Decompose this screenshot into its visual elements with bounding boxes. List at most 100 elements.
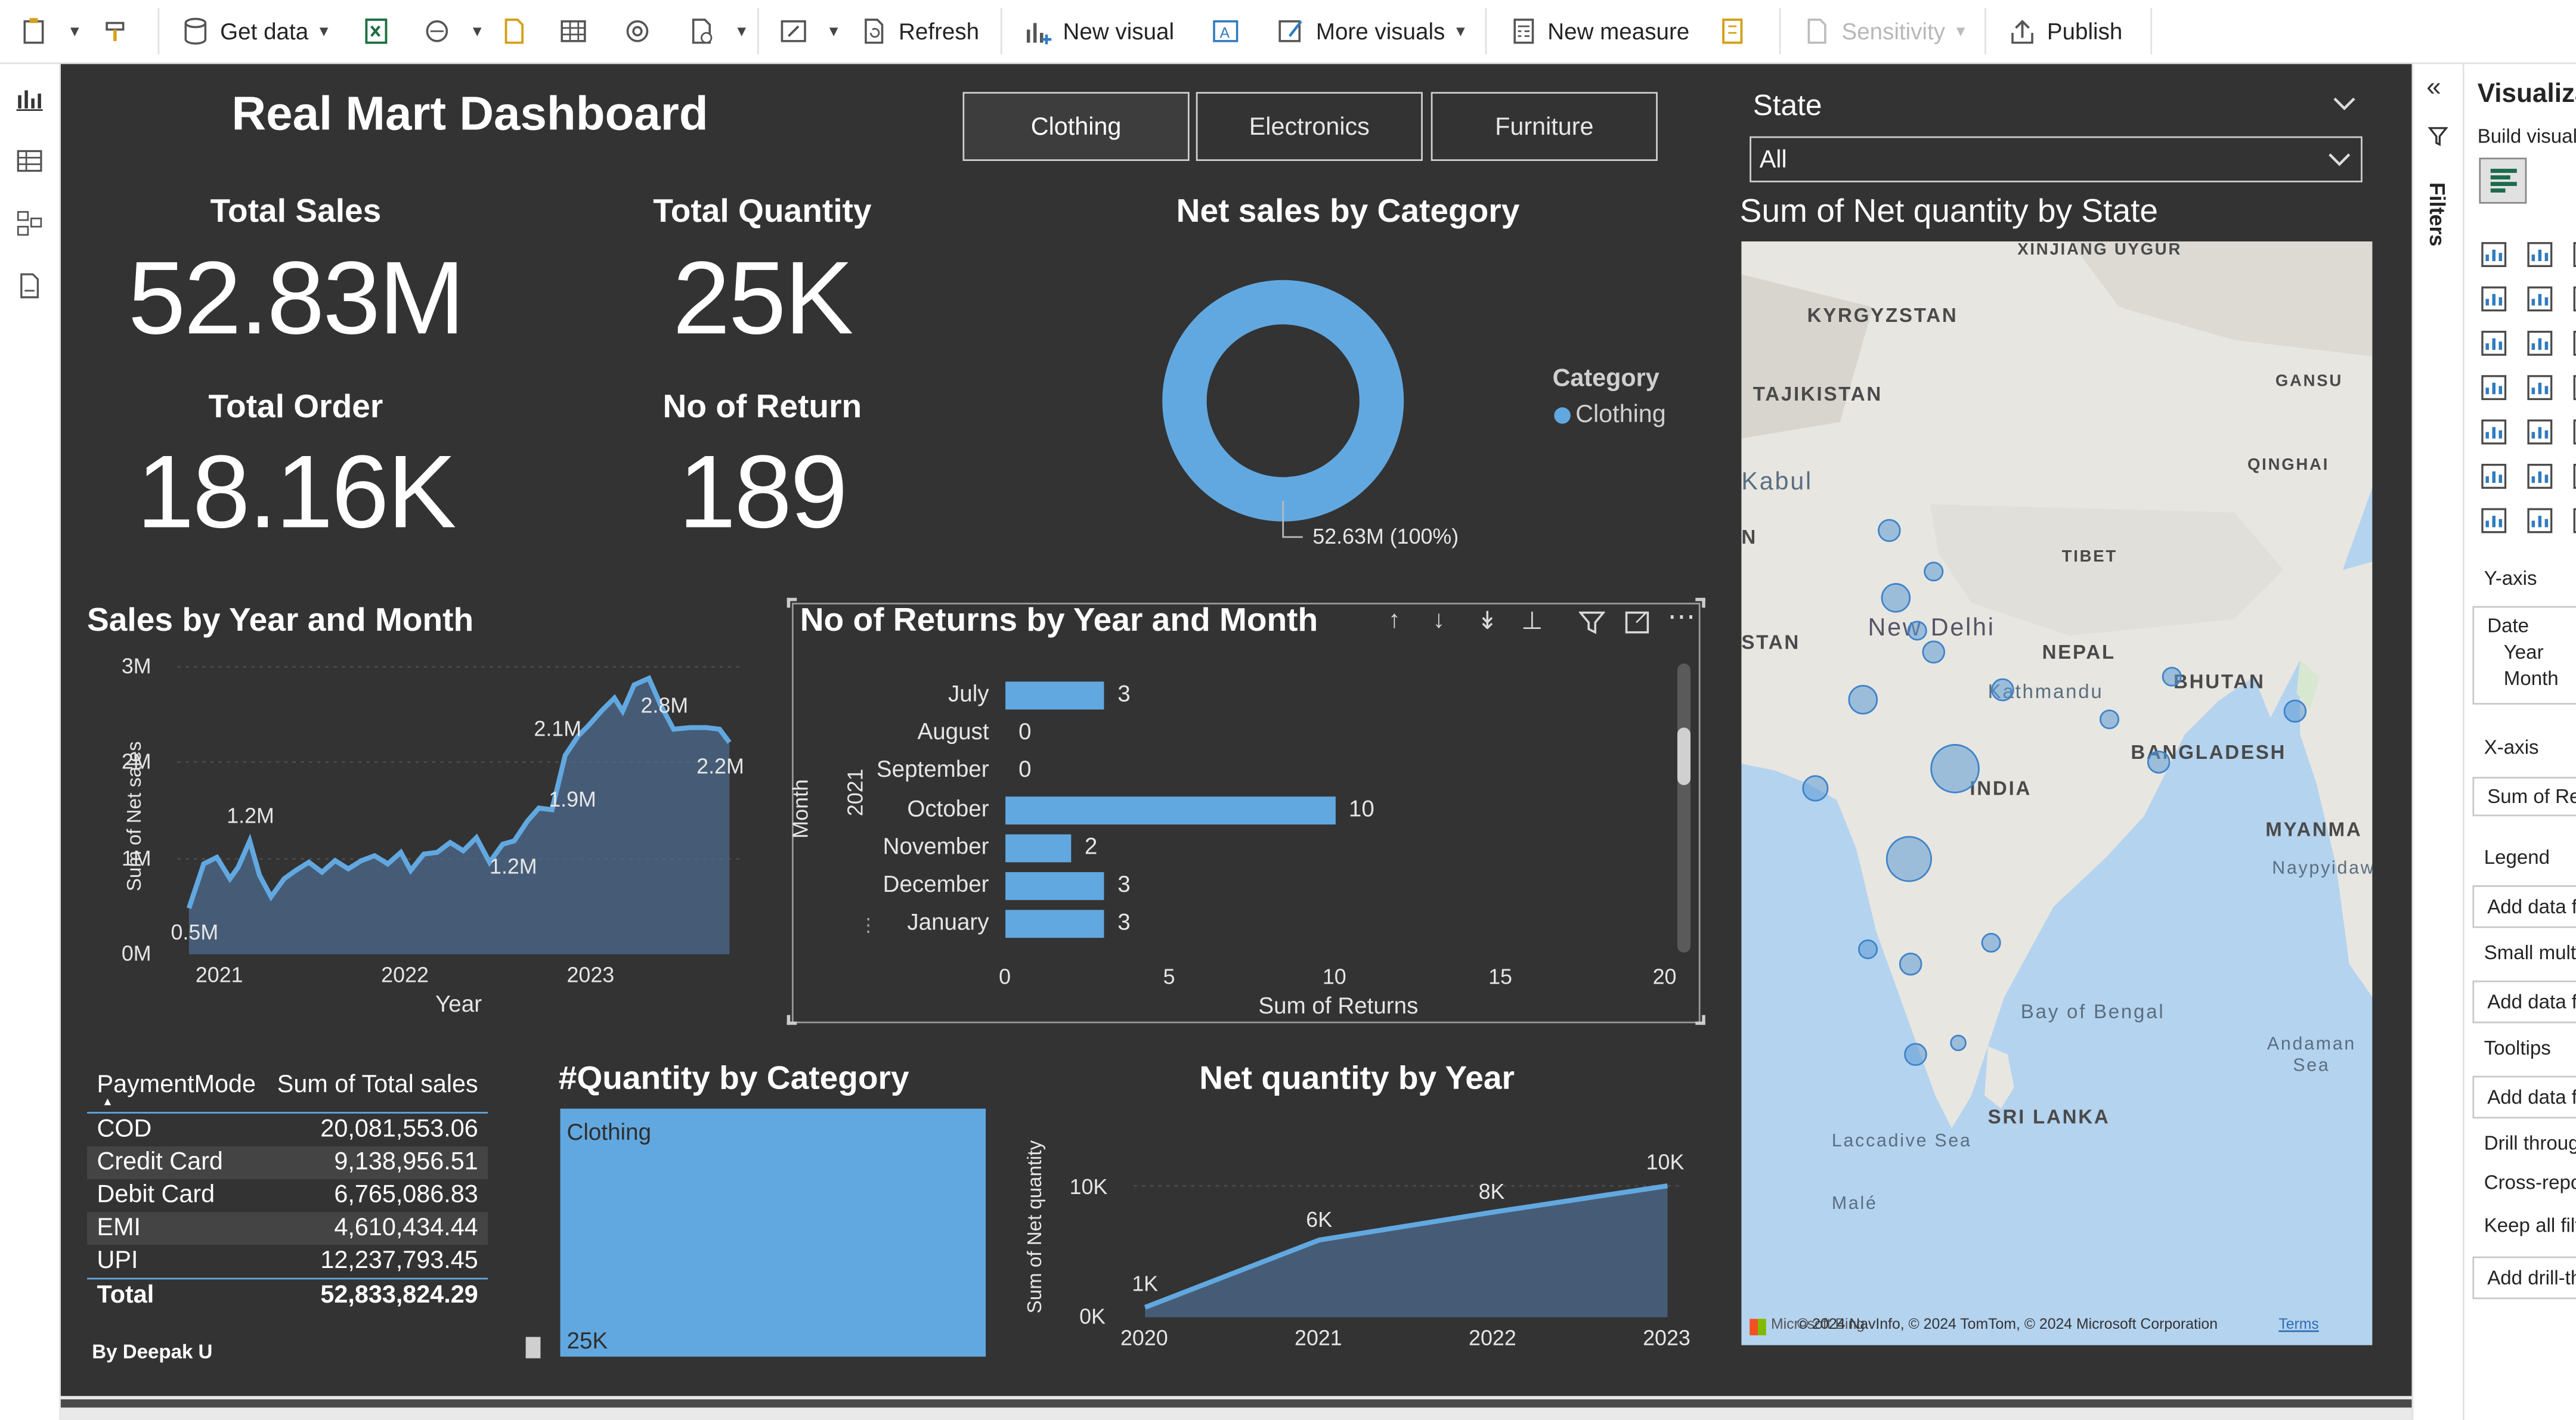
map-bubble[interactable] xyxy=(1904,1043,1927,1066)
return-bar[interactable] xyxy=(1005,872,1105,900)
more-icon[interactable] xyxy=(2571,506,2576,536)
resize-handle[interactable] xyxy=(787,597,797,608)
donut-slice-clothing[interactable] xyxy=(1162,280,1404,522)
map-bubble[interactable] xyxy=(1802,775,1829,802)
return-bar[interactable] xyxy=(1005,796,1336,824)
tooltips-add-data[interactable]: Add data f xyxy=(2472,1075,2576,1119)
map-bubble[interactable] xyxy=(1885,836,1932,882)
small-multiples-add-data[interactable]: Add data f xyxy=(2472,980,2576,1024)
drill-down-icon[interactable]: ↓ xyxy=(1432,606,1445,634)
funnel-icon[interactable] xyxy=(2525,328,2555,358)
cross-report-toggle[interactable]: Cross-repo xyxy=(2484,1171,2576,1194)
map-bubble[interactable] xyxy=(1924,562,1944,582)
map-bubble[interactable] xyxy=(1878,519,1901,542)
resize-handle[interactable] xyxy=(1695,1015,1705,1025)
map-bubble[interactable] xyxy=(1858,939,1878,959)
get-data-button[interactable]: Get data ▼ xyxy=(181,11,331,51)
map-bubble[interactable] xyxy=(2147,751,2171,774)
kpi-icon[interactable] xyxy=(2525,417,2555,447)
resize-handle[interactable] xyxy=(787,1015,797,1025)
expand-all-icon[interactable]: ↡ xyxy=(1477,606,1498,635)
table-icon[interactable] xyxy=(2571,417,2576,447)
enter-data-button[interactable] xyxy=(559,11,598,51)
matrix-icon[interactable] xyxy=(2571,461,2576,491)
transform-data-button[interactable]: ▼ xyxy=(779,11,841,51)
field-year[interactable]: Year xyxy=(2504,640,2576,664)
donut-chart[interactable] xyxy=(1150,271,1479,559)
new-visual-button[interactable]: New visual xyxy=(1023,11,1174,51)
qna-icon[interactable] xyxy=(2525,506,2555,536)
table-row[interactable]: COD 20,081,553.06 xyxy=(87,1113,488,1147)
more-options-icon[interactable]: ⋯ xyxy=(1667,601,1695,634)
card-icon[interactable] xyxy=(2479,417,2509,447)
map-bubble[interactable] xyxy=(2162,666,2182,687)
return-bar[interactable] xyxy=(1005,681,1105,710)
page-scrollbar[interactable] xyxy=(60,1396,2412,1420)
table-view-icon[interactable] xyxy=(15,146,45,176)
recent-sources-button[interactable]: ▼ xyxy=(687,11,749,51)
y-axis-well[interactable]: Date Year Month xyxy=(2472,606,2576,705)
map-bubble[interactable] xyxy=(1907,621,1927,641)
clustered-bar-icon[interactable] xyxy=(2571,240,2576,269)
focus-mode-icon[interactable] xyxy=(1625,611,1649,634)
returns-scrollbar-thumb[interactable] xyxy=(1677,727,1690,785)
paste-button[interactable]: ▼ xyxy=(20,11,82,51)
dataverse-button[interactable] xyxy=(500,11,539,51)
treemap-tile-clothing[interactable]: Clothing 25K xyxy=(560,1108,986,1357)
build-visual-icon[interactable] xyxy=(2479,157,2527,204)
column-header-total-sales[interactable]: Sum of Total sales xyxy=(277,1071,478,1099)
map-icon[interactable] xyxy=(2525,373,2555,402)
script-icon[interactable] xyxy=(2479,506,2509,536)
tree-icon[interactable] xyxy=(2525,461,2555,491)
field-month[interactable]: Month xyxy=(2504,667,2576,690)
map-bubble[interactable] xyxy=(1991,678,2014,702)
map-bubble[interactable] xyxy=(1848,684,1878,715)
more-visuals-button[interactable]: More visuals ▼ xyxy=(1277,11,1468,51)
sensitivity-button[interactable]: Sensitivity ▼ xyxy=(1802,11,1968,51)
onelake-button[interactable]: ▼ xyxy=(422,11,485,51)
format-painter-button[interactable] xyxy=(102,11,141,51)
filter-icon[interactable] xyxy=(1578,611,1605,634)
ribbon-chart-icon[interactable] xyxy=(2479,328,2509,358)
map-bubble[interactable] xyxy=(1950,1034,1967,1052)
map-bubble[interactable] xyxy=(1922,640,1946,664)
publish-button[interactable]: Publish xyxy=(2008,11,2122,51)
map-bubble[interactable] xyxy=(2283,699,2307,723)
table-row[interactable]: Debit Card 6,765,086.83 xyxy=(87,1179,488,1213)
quick-measure-button[interactable] xyxy=(1719,11,1758,51)
map-visual[interactable]: XINJIANG UYGUR KYRGYZSTAN TAJIKISTAN GAN… xyxy=(1741,241,2373,1345)
decomposition-icon[interactable] xyxy=(2479,461,2509,491)
new-measure-button[interactable]: New measure xyxy=(1508,11,1689,51)
map-bubble[interactable] xyxy=(1899,952,1922,976)
area-chart-icon[interactable] xyxy=(2525,284,2555,314)
return-bar[interactable] xyxy=(1005,834,1072,862)
category-slicer-button[interactable]: Furniture xyxy=(1431,92,1658,161)
filters-pane-collapsed[interactable]: « Filters xyxy=(2411,64,2463,1420)
scroll-indicator[interactable] xyxy=(525,1337,541,1359)
keep-filters-toggle[interactable]: Keep all filt xyxy=(2484,1214,2576,1237)
pie-chart-icon[interactable] xyxy=(2479,373,2509,402)
stacked-area-icon[interactable] xyxy=(2571,284,2576,314)
line-chart-icon[interactable] xyxy=(2479,284,2509,314)
terms-link[interactable]: Terms xyxy=(2278,1316,2319,1332)
map-bubble[interactable] xyxy=(1881,583,1911,613)
dataflow-button[interactable] xyxy=(623,11,662,51)
table-row[interactable]: UPI 12,237,793.45 xyxy=(87,1245,488,1278)
state-dropdown[interactable]: All xyxy=(1750,136,2363,182)
expand-hierarchy-icon[interactable]: ⊥ xyxy=(1521,606,1543,635)
legend-add-data[interactable]: Add data f xyxy=(2472,885,2576,928)
filters-tab-label[interactable]: Filters xyxy=(2425,182,2450,246)
drill-through-add[interactable]: Add drill-th xyxy=(2472,1256,2576,1300)
report-view-icon[interactable] xyxy=(15,84,45,114)
returns-scrollbar[interactable] xyxy=(1677,664,1690,953)
category-slicer-button[interactable]: Electronics xyxy=(1196,92,1423,161)
chevron-down-icon[interactable] xyxy=(2333,94,2356,113)
x-axis-field[interactable]: Sum of Retu xyxy=(2472,777,2576,817)
column-chart-icon[interactable] xyxy=(2525,240,2555,269)
map-bubble[interactable] xyxy=(2100,709,2120,730)
excel-button[interactable] xyxy=(361,11,401,51)
stacked-bar-icon[interactable] xyxy=(2479,240,2509,269)
table-row[interactable]: EMI 4,610,434.44 xyxy=(87,1212,488,1245)
map-bubble[interactable] xyxy=(1930,744,1980,793)
category-slicer-button[interactable]: Clothing xyxy=(962,92,1190,161)
